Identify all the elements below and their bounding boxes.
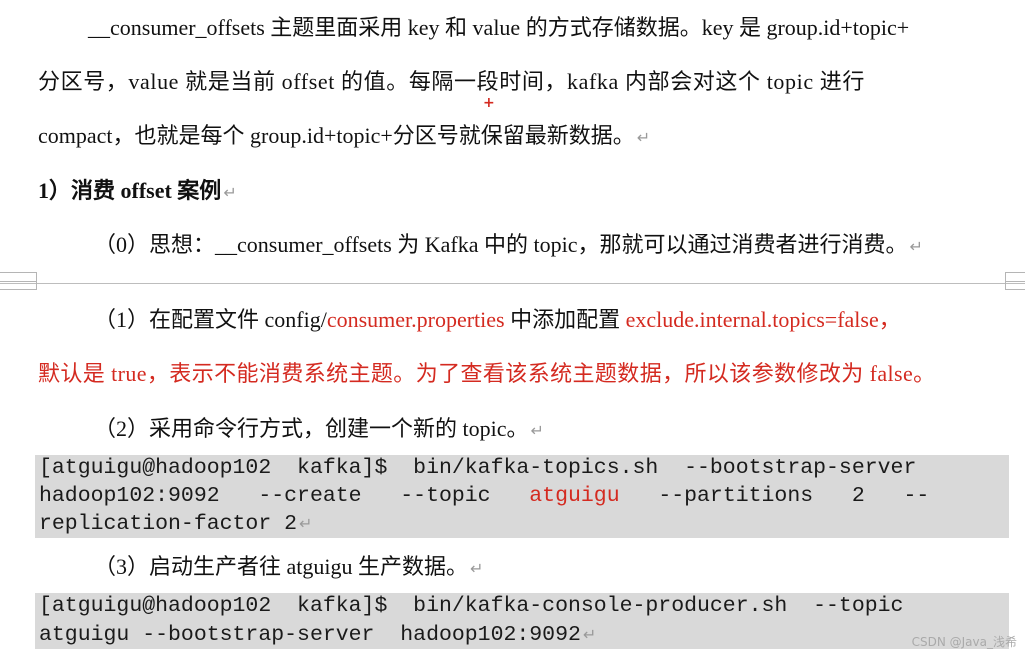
section-heading: 1）消费 offset 案例 ↵ xyxy=(38,176,237,208)
insert-marker: + xyxy=(483,95,495,111)
step-0: （0）思想：__consumer_offsets 为 Kafka 中的 topi… xyxy=(94,230,923,262)
step-1-line2: 默认是 true，表示不能消费系统主题。为了查看该系统主题数据，所以该参数修改为… xyxy=(38,359,936,389)
text: （1）在配置文件 config/ xyxy=(94,307,327,332)
heading-text: 1）消费 offset 案例 xyxy=(38,178,222,203)
text: （0）思想：__consumer_offsets 为 Kafka 中的 topi… xyxy=(94,232,908,257)
paragraph-mark-icon: ↵ xyxy=(636,128,651,147)
code-line: hadoop102:9092 --create --topic xyxy=(39,483,530,508)
code-line: replication-factor 2 xyxy=(39,512,298,536)
step-1: （1）在配置文件 config/consumer.properties 中添加配… xyxy=(94,305,901,335)
page-break-divider xyxy=(0,283,1025,284)
code-line: [atguigu@hadoop102 kafka]$ bin/kafka-top… xyxy=(39,456,917,480)
text: 默认是 true，表示不能消费系统主题。为了查看该系统主题数据，所以该参数修改为… xyxy=(38,361,936,386)
paragraph-mark-icon: ↵ xyxy=(299,514,313,533)
code-block-create-topic: [atguigu@hadoop102 kafka]$ bin/kafka-top… xyxy=(35,455,1009,538)
page-corner-mark-left xyxy=(0,272,37,290)
text: 分区号，value 就是当前 offset 的值。每隔一段时间，kafka 内部… xyxy=(38,69,865,94)
step-3: （3）启动生产者往 atguigu 生产数据。 ↵ xyxy=(94,552,483,584)
config-file-name: consumer.properties xyxy=(326,307,505,332)
page-corner-mark-right xyxy=(1005,272,1025,290)
paragraph-offsets-line1: __consumer_offsets 主题里面采用 key 和 value 的方… xyxy=(88,13,909,43)
paragraph-mark-icon: ↵ xyxy=(582,624,597,644)
code-line: atguigu --bootstrap-server hadoop102:909… xyxy=(39,622,581,647)
text: compact，也就是每个 group.id+topic+分区号就保留最新数据。 xyxy=(38,123,635,148)
step-2: （2）采用命令行方式，创建一个新的 topic。 ↵ xyxy=(94,414,544,446)
text: （2）采用命令行方式，创建一个新的 topic。 xyxy=(94,416,529,441)
topic-name: atguigu xyxy=(529,483,620,508)
config-setting: exclude.internal.topics=false， xyxy=(625,307,901,332)
watermark: CSDN @Java_浅希 xyxy=(911,635,1017,649)
text: （3）启动生产者往 atguigu 生产数据。 xyxy=(94,554,468,579)
code-line: [atguigu@hadoop102 kafka]$ bin/kafka-con… xyxy=(39,594,904,618)
text: 中添加配置 xyxy=(504,307,626,332)
code-block-start-producer: [atguigu@hadoop102 kafka]$ bin/kafka-con… xyxy=(35,593,1009,649)
code-line: --partitions 2 -- xyxy=(619,483,930,508)
text: __consumer_offsets 主题里面采用 key 和 value 的方… xyxy=(88,15,910,40)
paragraph-mark-icon: ↵ xyxy=(223,183,237,202)
paragraph-offsets-line2: 分区号，value 就是当前 offset 的值。每隔一段时间，kafka 内部… xyxy=(38,67,865,97)
paragraph-mark-icon: ↵ xyxy=(909,237,923,256)
paragraph-offsets-line3: compact，也就是每个 group.id+topic+分区号就保留最新数据。… xyxy=(38,121,650,153)
paragraph-mark-icon: ↵ xyxy=(530,421,544,440)
paragraph-mark-icon: ↵ xyxy=(470,559,484,578)
